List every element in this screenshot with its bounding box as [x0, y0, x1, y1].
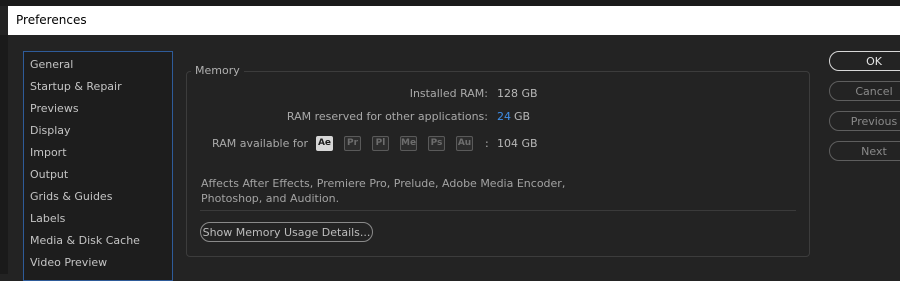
- sidebar-item-labels[interactable]: Labels: [30, 212, 65, 225]
- memory-divider: [200, 210, 796, 211]
- memory-description: Affects After Effects, Premiere Pro, Pre…: [201, 177, 566, 205]
- prelude-badge: Pl: [372, 136, 389, 151]
- window-left-gutter: [0, 35, 8, 274]
- sidebar-item-startup-repair[interactable]: Startup & Repair: [30, 80, 122, 93]
- audition-badge: Au: [456, 136, 473, 151]
- ram-reserved-label: RAM reserved for other applications:: [286, 110, 488, 123]
- sidebar-item-media-disk-cache[interactable]: Media & Disk Cache: [30, 234, 140, 247]
- sidebar-item-display[interactable]: Display: [30, 124, 71, 137]
- memory-section-title: Memory: [191, 64, 244, 77]
- ram-reserved-unit: GB: [514, 110, 531, 123]
- sidebar-item-import[interactable]: Import: [30, 146, 67, 159]
- cancel-button[interactable]: Cancel: [829, 81, 900, 101]
- sidebar-item-output[interactable]: Output: [30, 168, 68, 181]
- next-button[interactable]: Next: [829, 141, 900, 161]
- sidebar-item-general[interactable]: General: [30, 58, 73, 71]
- installed-ram-value: 128 GB: [497, 87, 538, 100]
- sidebar-item-grids-guides[interactable]: Grids & Guides: [30, 190, 112, 203]
- ok-button[interactable]: OK: [829, 51, 900, 71]
- ram-available-separator: :: [485, 137, 489, 150]
- after-effects-badge: Ae: [316, 136, 333, 151]
- ram-available-value: 104 GB: [497, 137, 538, 150]
- window-title: Preferences: [8, 6, 900, 35]
- ram-available-label: RAM available for: [212, 137, 308, 150]
- preferences-sidebar[interactable]: General Startup & Repair Previews Displa…: [23, 51, 173, 281]
- ram-reserved-value[interactable]: 24: [497, 110, 511, 123]
- premiere-pro-badge: Pr: [344, 136, 361, 151]
- previous-button[interactable]: Previous: [829, 111, 900, 131]
- sidebar-item-video-preview[interactable]: Video Preview: [30, 256, 107, 269]
- show-memory-usage-details-button[interactable]: Show Memory Usage Details...: [200, 222, 373, 242]
- media-encoder-badge: Me: [400, 136, 417, 151]
- installed-ram-label: Installed RAM:: [409, 87, 488, 100]
- sidebar-item-previews[interactable]: Previews: [30, 102, 79, 115]
- photoshop-badge: Ps: [428, 136, 445, 151]
